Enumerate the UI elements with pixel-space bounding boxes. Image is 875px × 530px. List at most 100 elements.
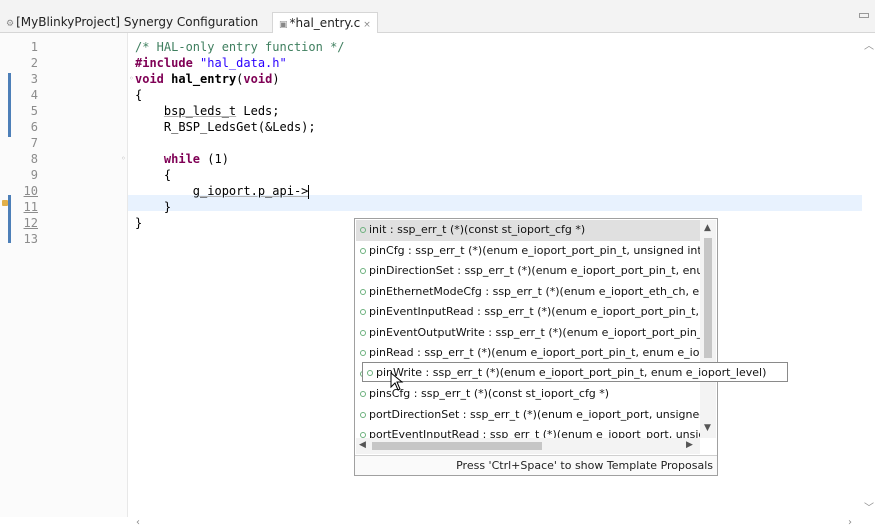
minimize-button[interactable] — [859, 13, 869, 18]
warning-marker-icon[interactable] — [2, 200, 8, 206]
proposal-label: pinDirectionSet : ssp_err_t (*)(enum e_i… — [369, 264, 700, 277]
editor-vertical-scrollbar[interactable]: ︿ ﹀ — [862, 33, 875, 517]
gear-icon: ⚙ — [6, 19, 15, 29]
line-number: 8 — [30, 152, 38, 166]
proposal-item[interactable]: portDirectionSet : ssp_err_t (*)(enum e_… — [356, 405, 700, 426]
proposal-item[interactable]: pinEventInputRead : ssp_err_t (*)(enum e… — [356, 302, 700, 323]
code-line[interactable]: { — [135, 87, 142, 103]
proposal-label: pinEthernetModeCfg : ssp_err_t (*)(enum … — [369, 284, 700, 298]
tab-label: [MyBlinkyProject] Synergy Configuration — [16, 15, 259, 29]
code-line[interactable]: } — [135, 199, 171, 215]
code-token: { — [135, 88, 143, 102]
close-icon[interactable]: × — [363, 15, 371, 35]
code-token: hal_entry — [171, 72, 237, 86]
proposal-label: portEventInputRead : ssp_err_t (*)(enum … — [369, 428, 700, 438]
editor-tab-bar: ⚙ [MyBlinkyProject] Synergy Configuration… — [0, 0, 875, 34]
code-token: R_BSP_LedsGet(&Leds); — [135, 120, 316, 134]
proposal-label: pinEventOutputWrite : ssp_err_t (*)(enum… — [369, 325, 700, 339]
field-icon — [360, 288, 366, 295]
line-number: 5 — [30, 104, 38, 118]
fold-toggle-icon[interactable]: ◦ — [121, 154, 126, 163]
scroll-down-icon[interactable]: ﹀ — [864, 499, 874, 514]
field-icon — [360, 227, 366, 233]
code-token: g_ioport.p_api-> — [192, 184, 309, 198]
code-line[interactable]: } — [135, 215, 142, 231]
code-token: bsp_leds_t — [163, 104, 237, 118]
code-token: { — [135, 168, 172, 182]
editor-horizontal-scrollbar[interactable]: ‹ › — [128, 517, 875, 530]
scroll-left-icon[interactable]: ◀ — [359, 440, 366, 450]
field-icon — [360, 309, 366, 315]
line-number: 13 — [23, 232, 38, 246]
code-token: void — [243, 72, 273, 86]
proposal-horizontal-scrollbar[interactable]: ◀ ▶ — [356, 438, 700, 454]
line-number: 6 — [30, 120, 38, 134]
text-caret — [308, 184, 310, 199]
code-line[interactable]: void hal_entry(void) — [135, 71, 280, 87]
tab-synergy-configuration[interactable]: ⚙ [MyBlinkyProject] Synergy Configuration — [0, 12, 258, 32]
scroll-right-icon[interactable]: ▶ — [686, 440, 693, 450]
scroll-thumb[interactable] — [704, 238, 712, 358]
code-token: while — [163, 152, 201, 166]
line-number: 10 — [23, 184, 38, 198]
proposal-list[interactable]: init : ssp_err_t (*)(const st_ioport_cfg… — [356, 220, 700, 438]
scroll-right-icon[interactable]: › — [848, 517, 852, 528]
scroll-up-icon[interactable]: ︿ — [864, 37, 874, 52]
code-token: (1) — [200, 152, 229, 166]
tab-hal-entry[interactable]: ▣ *hal_entry.c × — [272, 12, 378, 34]
proposal-item[interactable]: pinsCfg : ssp_err_t (*)(const st_ioport_… — [356, 384, 700, 405]
line-number: 11 — [23, 200, 38, 214]
code-token: ) — [272, 72, 280, 86]
code-token: } — [135, 216, 143, 230]
content-assist-popup[interactable]: init : ssp_err_t (*)(const st_ioport_cfg… — [354, 218, 718, 476]
proposal-item[interactable]: init : ssp_err_t (*)(const st_ioport_cfg… — [356, 220, 700, 241]
proposal-label: pinsCfg : ssp_err_t (*)(const st_ioport_… — [369, 387, 610, 400]
code-token: #include — [135, 56, 193, 70]
proposal-tooltip: pinWrite : ssp_err_t (*)(enum e_ioport_p… — [362, 362, 788, 382]
code-line[interactable]: /* HAL-only entry function */ — [135, 39, 345, 55]
scroll-thumb[interactable] — [372, 442, 542, 450]
scroll-up-icon[interactable]: ▲ — [704, 223, 711, 233]
proposal-vertical-scrollbar[interactable]: ▲ ▼ — [700, 220, 716, 438]
code-line[interactable]: g_ioport.p_api-> — [135, 183, 310, 199]
proposal-item[interactable]: pinEventOutputWrite : ssp_err_t (*)(enum… — [356, 323, 700, 344]
mouse-pointer-icon — [390, 372, 404, 391]
line-number: 3 — [30, 72, 38, 86]
code-token: /* HAL-only entry function */ — [135, 40, 345, 54]
line-number: 7 — [30, 136, 38, 150]
proposal-item[interactable]: pinCfg : ssp_err_t (*)(enum e_ioport_por… — [356, 241, 700, 262]
tooltip-text: pinWrite : ssp_err_t (*)(enum e_ioport_p… — [376, 366, 767, 379]
code-token: "hal_data.h" — [200, 56, 287, 70]
c-file-icon: ▣ — [279, 20, 288, 30]
proposal-item[interactable]: pinEthernetModeCfg : ssp_err_t (*)(enum … — [356, 282, 700, 303]
content-assist-status: Press 'Ctrl+Space' to show Template Prop… — [355, 455, 717, 475]
field-icon — [360, 329, 366, 336]
code-line[interactable]: while (1) — [135, 151, 229, 167]
field-icon — [360, 350, 366, 356]
code-line[interactable]: bsp_leds_t Leds; — [135, 103, 280, 119]
field-icon — [360, 268, 366, 274]
scroll-down-icon[interactable]: ▼ — [704, 423, 711, 433]
code-line[interactable]: { — [135, 167, 171, 183]
proposal-label: pinEventInputRead : ssp_err_t (*)(enum e… — [369, 305, 700, 318]
change-marker — [8, 195, 11, 243]
line-number: 4 — [30, 88, 38, 102]
proposal-label: init : ssp_err_t (*)(const st_ioport_cfg… — [369, 223, 586, 236]
code-line[interactable]: R_BSP_LedsGet(&Leds); — [135, 119, 316, 135]
proposal-label: portDirectionSet : ssp_err_t (*)(enum e_… — [369, 407, 700, 421]
code-token: void — [135, 72, 164, 86]
scroll-left-icon[interactable]: ‹ — [136, 517, 140, 528]
proposal-item[interactable]: pinRead : ssp_err_t (*)(enum e_ioport_po… — [356, 343, 700, 364]
code-token: } — [135, 200, 172, 214]
proposal-label: pinRead : ssp_err_t (*)(enum e_ioport_po… — [369, 346, 700, 359]
proposal-item[interactable]: portEventInputRead : ssp_err_t (*)(enum … — [356, 425, 700, 438]
code-token: Leds; — [236, 104, 280, 118]
fold-toggle-icon[interactable]: ◦ — [129, 74, 134, 83]
code-line[interactable]: #include "hal_data.h" — [135, 55, 287, 71]
proposal-item[interactable]: pinDirectionSet : ssp_err_t (*)(enum e_i… — [356, 261, 700, 282]
change-marker — [8, 73, 11, 137]
tab-label: *hal_entry.c — [289, 16, 361, 30]
